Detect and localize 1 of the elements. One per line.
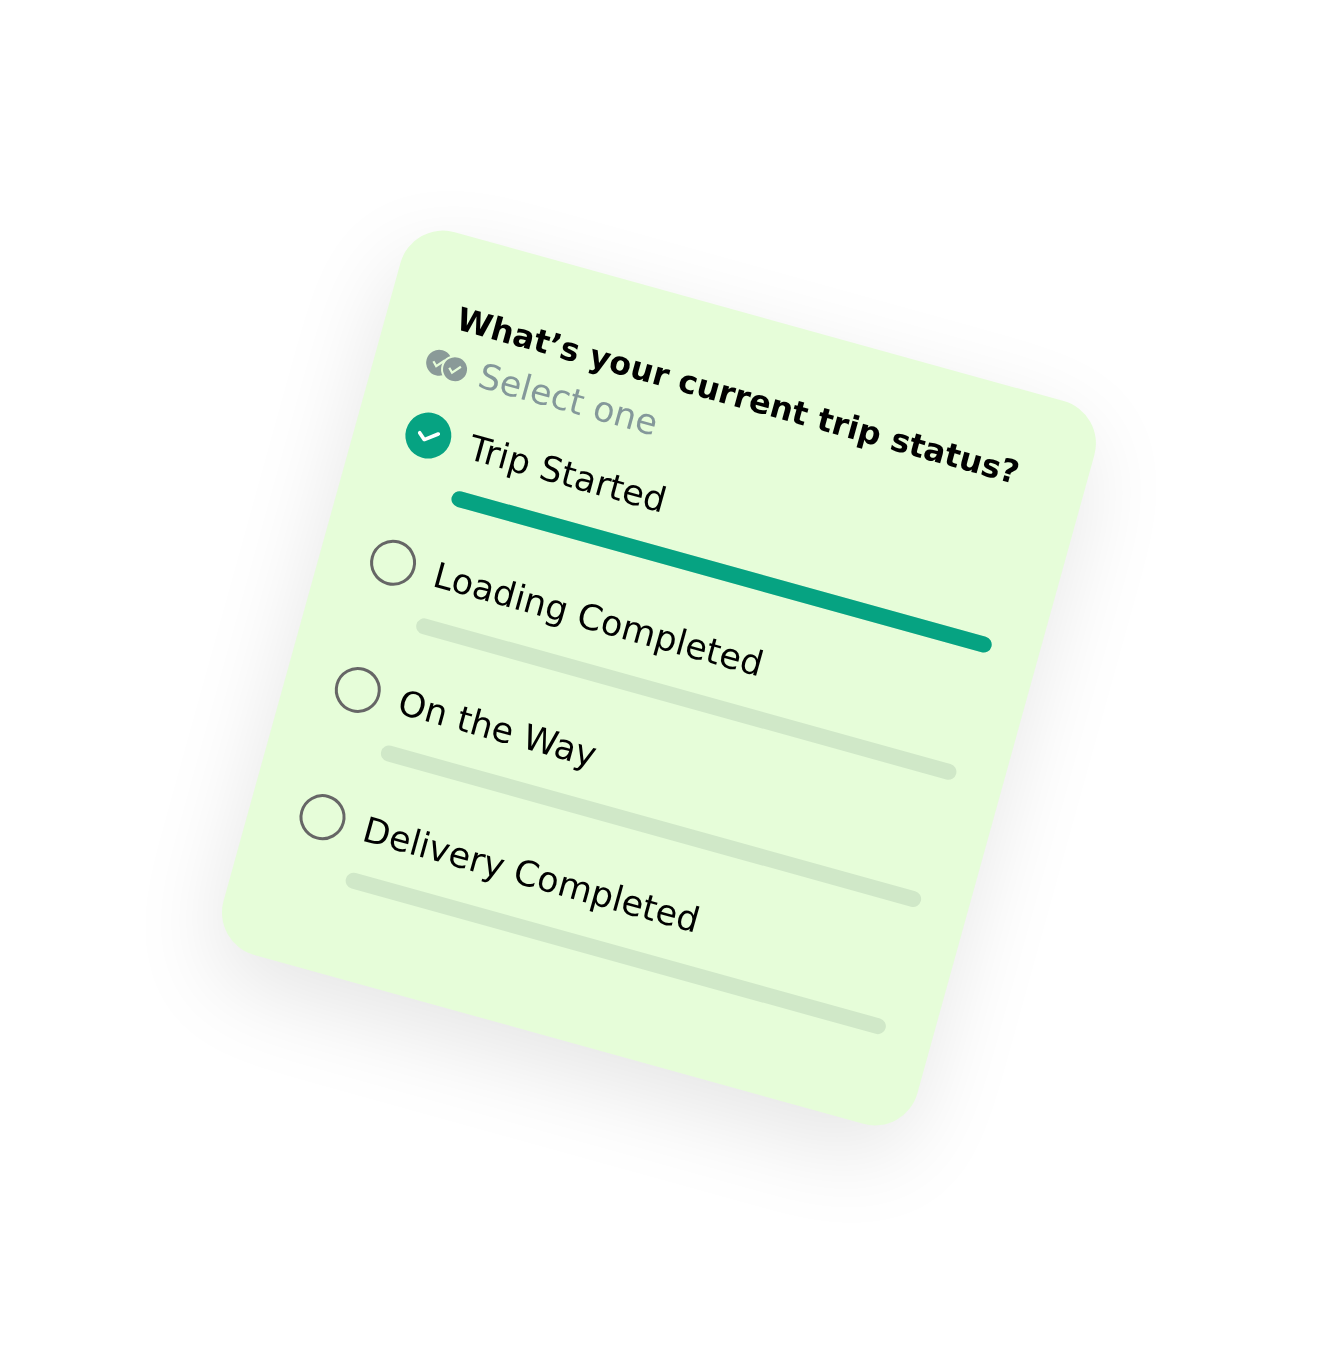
option-label: On the Way xyxy=(393,680,601,776)
